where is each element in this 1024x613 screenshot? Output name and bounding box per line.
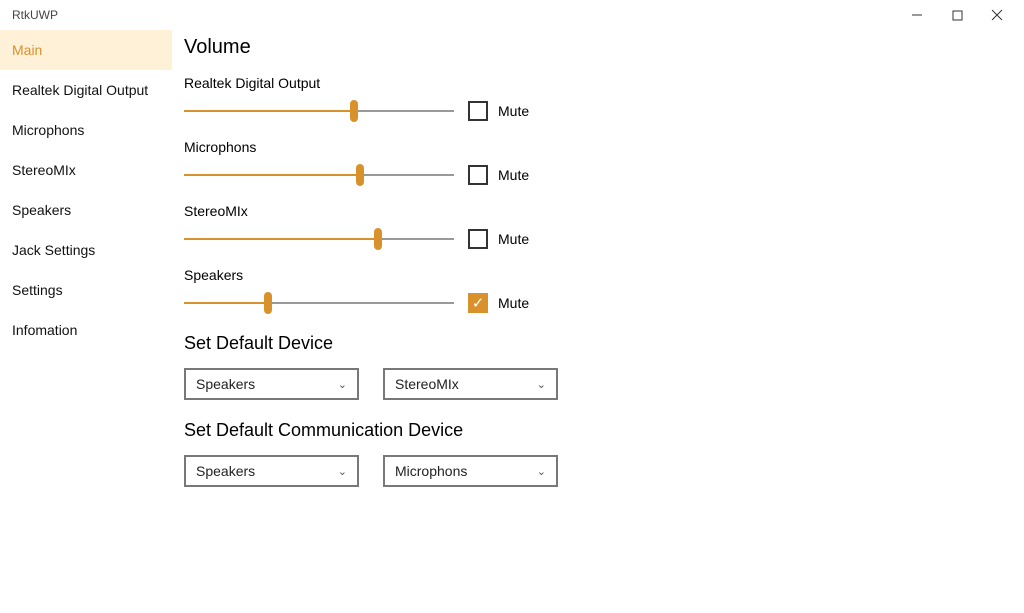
window-controls <box>910 8 1016 22</box>
select-value: Microphons <box>395 463 467 479</box>
app-title: RtkUWP <box>12 8 58 22</box>
volume-slider-microphons[interactable] <box>184 166 454 184</box>
mute-checkbox-stereomix[interactable] <box>468 229 488 249</box>
mute-checkbox-realtek-digital[interactable] <box>468 101 488 121</box>
volume-label: StereoMIx <box>184 203 1012 219</box>
volume-heading: Volume <box>184 36 1012 59</box>
close-button[interactable] <box>990 8 1004 22</box>
chevron-down-icon: ⌄ <box>338 465 347 478</box>
volume-row-microphons: Microphons Mute <box>184 139 1012 185</box>
sidebar-item-jack-settings[interactable]: Jack Settings <box>0 230 172 270</box>
set-default-comm-device-heading: Set Default Communication Device <box>184 420 1012 441</box>
volume-row-realtek-digital: Realtek Digital Output Mute <box>184 75 1012 121</box>
select-value: StereoMIx <box>395 376 459 392</box>
volume-slider-realtek-digital[interactable] <box>184 102 454 120</box>
mute-label: Mute <box>498 295 529 311</box>
default-capture-select[interactable]: StereoMIx ⌄ <box>383 368 558 400</box>
sidebar-item-main[interactable]: Main <box>0 30 172 70</box>
mute-label: Mute <box>498 231 529 247</box>
chevron-down-icon: ⌄ <box>537 378 546 391</box>
volume-label: Microphons <box>184 139 1012 155</box>
sidebar-item-stereomix[interactable]: StereoMIx <box>0 150 172 190</box>
mute-checkbox-speakers[interactable]: ✓ <box>468 293 488 313</box>
volume-row-speakers: Speakers ✓ Mute <box>184 267 1012 313</box>
main-pane: Volume Realtek Digital Output Mute Micro… <box>172 30 1024 613</box>
volume-slider-speakers[interactable] <box>184 294 454 312</box>
sidebar: Main Realtek Digital Output Microphons S… <box>0 30 172 613</box>
default-playback-select[interactable]: Speakers ⌄ <box>184 368 359 400</box>
chevron-down-icon: ⌄ <box>537 465 546 478</box>
default-comm-playback-select[interactable]: Speakers ⌄ <box>184 455 359 487</box>
volume-label: Speakers <box>184 267 1012 283</box>
volume-row-stereomix: StereoMIx Mute <box>184 203 1012 249</box>
volume-label: Realtek Digital Output <box>184 75 1012 91</box>
select-value: Speakers <box>196 463 255 479</box>
mute-label: Mute <box>498 167 529 183</box>
maximize-button[interactable] <box>950 8 964 22</box>
check-icon: ✓ <box>472 296 485 311</box>
chevron-down-icon: ⌄ <box>338 378 347 391</box>
title-bar: RtkUWP <box>0 0 1024 30</box>
mute-label: Mute <box>498 103 529 119</box>
volume-slider-stereomix[interactable] <box>184 230 454 248</box>
select-value: Speakers <box>196 376 255 392</box>
sidebar-item-speakers[interactable]: Speakers <box>0 190 172 230</box>
minimize-button[interactable] <box>910 8 924 22</box>
sidebar-item-realtek-digital[interactable]: Realtek Digital Output <box>0 70 172 110</box>
sidebar-item-microphons[interactable]: Microphons <box>0 110 172 150</box>
sidebar-item-settings[interactable]: Settings <box>0 270 172 310</box>
sidebar-item-infomation[interactable]: Infomation <box>0 310 172 350</box>
default-comm-capture-select[interactable]: Microphons ⌄ <box>383 455 558 487</box>
mute-checkbox-microphons[interactable] <box>468 165 488 185</box>
set-default-device-heading: Set Default Device <box>184 333 1012 354</box>
